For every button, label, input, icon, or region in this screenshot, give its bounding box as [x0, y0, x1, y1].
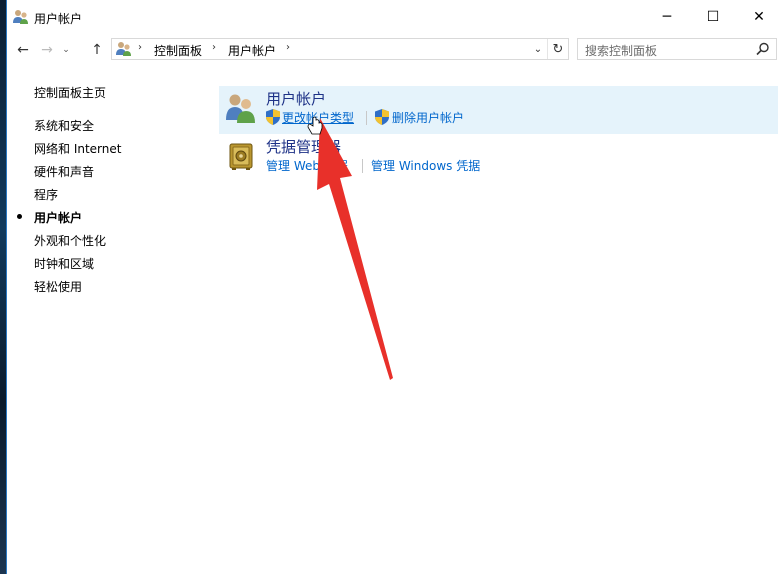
recent-locations-button[interactable]: ⌄ — [59, 40, 73, 60]
sidebar-item-clock-region[interactable]: 时钟和区域 — [34, 255, 94, 272]
uac-shield-icon — [375, 109, 389, 125]
breadcrumb-user-accounts[interactable]: 用户帐户 — [228, 42, 276, 59]
users-icon — [116, 42, 131, 56]
breadcrumb-separator[interactable]: › — [286, 42, 290, 53]
sidebar-item-programs[interactable]: 程序 — [34, 186, 58, 203]
vault-icon — [229, 143, 253, 170]
breadcrumb-separator[interactable]: › — [138, 42, 142, 53]
window-title: 用户帐户 — [34, 12, 83, 26]
users-icon — [226, 94, 255, 123]
sidebar-item-hardware-sound[interactable]: 硬件和声音 — [34, 163, 94, 180]
category-title[interactable]: 用户帐户 — [266, 88, 326, 109]
search-placeholder: 搜索控制面板 — [585, 44, 658, 58]
breadcrumb-control-panel[interactable]: 控制面板 — [154, 42, 202, 59]
minimize-button[interactable]: ─ — [644, 0, 690, 34]
maximize-button[interactable]: ☐ — [690, 0, 736, 34]
close-button[interactable]: ✕ — [736, 0, 782, 34]
control-panel-window: 用户帐户 ─ ☐ ✕ ← → ⌄ ↑ › 控制面板 › 用户帐户 › ⌄ ↻ 搜… — [6, 0, 782, 574]
current-item-bullet — [17, 214, 22, 219]
uac-shield-icon — [266, 109, 280, 125]
link-separator — [366, 111, 367, 125]
sidebar-item-network-internet[interactable]: 网络和 Internet — [34, 140, 121, 157]
link-separator — [362, 159, 363, 173]
category-title[interactable]: 凭据管理器 — [266, 136, 341, 157]
sidebar-item-ease-of-access[interactable]: 轻松使用 — [34, 278, 82, 295]
manage-windows-credentials-link[interactable]: 管理 Windows 凭据 — [371, 157, 480, 174]
search-input[interactable]: 搜索控制面板 — [577, 38, 777, 60]
address-dropdown-button[interactable]: ⌄ — [530, 41, 546, 57]
sidebar-item-appearance[interactable]: 外观和个性化 — [34, 232, 106, 249]
change-account-type-link[interactable]: 更改帐户类型 — [282, 109, 354, 126]
manage-web-credentials-link[interactable]: 管理 Web 凭据 — [266, 157, 348, 174]
refresh-button[interactable]: ↻ — [547, 39, 568, 59]
sidebar-home-link[interactable]: 控制面板主页 — [34, 84, 106, 101]
search-icon[interactable] — [756, 42, 770, 56]
address-bar[interactable]: › 控制面板 › 用户帐户 › ⌄ ↻ — [111, 38, 569, 60]
category-credential-manager[interactable]: 凭据管理器 管理 Web 凭据 管理 Windows 凭据 — [219, 134, 778, 182]
sidebar-item-user-accounts[interactable]: 用户帐户 — [34, 209, 82, 226]
category-user-accounts[interactable]: 用户帐户 更改帐户类型 删除用户帐户 — [219, 86, 778, 134]
remove-user-accounts-link[interactable]: 删除用户帐户 — [392, 109, 464, 126]
title-bar: 用户帐户 ─ ☐ ✕ — [7, 0, 782, 34]
users-icon — [13, 10, 28, 24]
breadcrumb-separator[interactable]: › — [212, 42, 216, 53]
forward-button[interactable]: → — [37, 40, 57, 60]
back-button[interactable]: ← — [13, 40, 33, 60]
sidebar-item-system-security[interactable]: 系统和安全 — [34, 117, 94, 134]
up-button[interactable]: ↑ — [87, 40, 107, 60]
navigation-bar: ← → ⌄ ↑ › 控制面板 › 用户帐户 › ⌄ ↻ 搜索控制面板 — [7, 38, 782, 62]
